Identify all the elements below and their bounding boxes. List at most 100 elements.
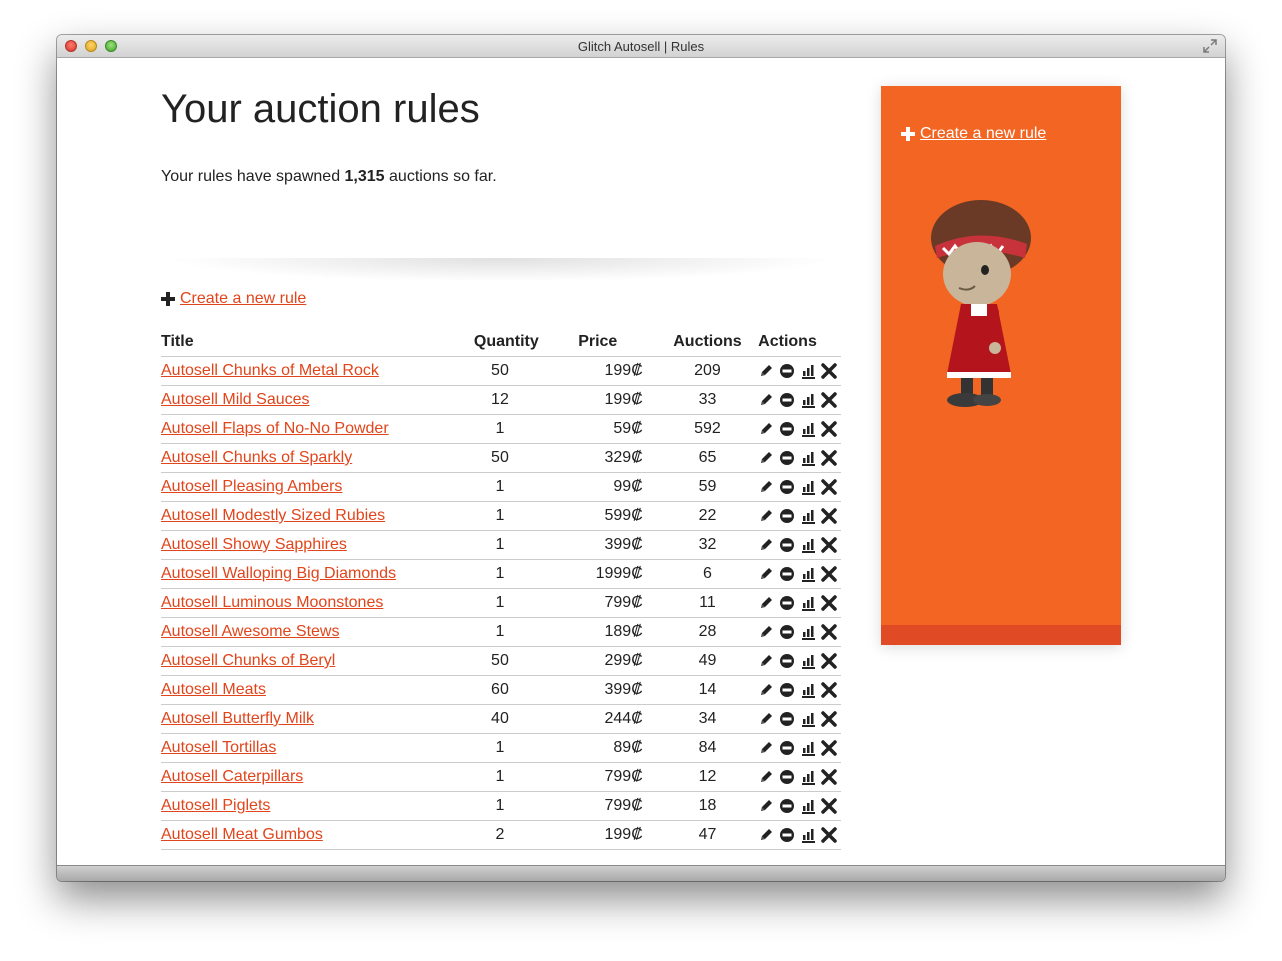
disable-icon[interactable] bbox=[779, 682, 795, 698]
stats-icon[interactable] bbox=[800, 740, 816, 756]
pencil-icon[interactable] bbox=[758, 769, 774, 785]
disable-icon[interactable] bbox=[779, 537, 795, 553]
stats-icon[interactable] bbox=[800, 798, 816, 814]
stats-icon[interactable] bbox=[800, 508, 816, 524]
rule-title-link[interactable]: Autosell Meat Gumbos bbox=[161, 826, 323, 843]
rule-title-link[interactable]: Autosell Chunks of Metal Rock bbox=[161, 362, 379, 379]
stats-icon[interactable] bbox=[800, 595, 816, 611]
stats-icon[interactable] bbox=[800, 653, 816, 669]
rules-table: Title Quantity Price Auctions Actions Au… bbox=[161, 328, 841, 850]
stats-icon[interactable] bbox=[800, 421, 816, 437]
pencil-icon[interactable] bbox=[758, 653, 774, 669]
delete-icon[interactable] bbox=[821, 392, 837, 408]
stats-icon[interactable] bbox=[800, 537, 816, 553]
disable-icon[interactable] bbox=[779, 711, 795, 727]
pencil-icon[interactable] bbox=[758, 566, 774, 582]
pencil-icon[interactable] bbox=[758, 682, 774, 698]
delete-icon[interactable] bbox=[821, 450, 837, 466]
rule-auctions: 18 bbox=[656, 791, 759, 821]
rule-title-link[interactable]: Autosell Pleasing Ambers bbox=[161, 478, 342, 495]
delete-icon[interactable] bbox=[821, 363, 837, 379]
disable-icon[interactable] bbox=[779, 595, 795, 611]
rule-title-link[interactable]: Autosell Chunks of Sparkly bbox=[161, 449, 352, 466]
disable-icon[interactable] bbox=[779, 740, 795, 756]
delete-icon[interactable] bbox=[821, 798, 837, 814]
rule-title-link[interactable]: Autosell Chunks of Beryl bbox=[161, 652, 335, 669]
delete-icon[interactable] bbox=[821, 711, 837, 727]
disable-icon[interactable] bbox=[779, 566, 795, 582]
delete-icon[interactable] bbox=[821, 421, 837, 437]
disable-icon[interactable] bbox=[779, 363, 795, 379]
rule-title-link[interactable]: Autosell Mild Sauces bbox=[161, 391, 310, 408]
pencil-icon[interactable] bbox=[758, 363, 774, 379]
delete-icon[interactable] bbox=[821, 740, 837, 756]
stats-icon[interactable] bbox=[800, 624, 816, 640]
delete-icon[interactable] bbox=[821, 508, 837, 524]
rule-title-link[interactable]: Autosell Awesome Stews bbox=[161, 623, 339, 640]
stats-icon[interactable] bbox=[800, 827, 816, 843]
column-header-price: Price bbox=[538, 328, 657, 357]
table-row: Autosell Showy Sapphires 1 399₡ 32 bbox=[161, 530, 841, 560]
disable-icon[interactable] bbox=[779, 392, 795, 408]
pencil-icon[interactable] bbox=[758, 740, 774, 756]
rule-title-link[interactable]: Autosell Butterfly Milk bbox=[161, 710, 314, 727]
delete-icon[interactable] bbox=[821, 595, 837, 611]
rule-price: 399₡ bbox=[538, 530, 657, 560]
disable-icon[interactable] bbox=[779, 450, 795, 466]
pencil-icon[interactable] bbox=[758, 798, 774, 814]
disable-icon[interactable] bbox=[779, 479, 795, 495]
window-title: Glitch Autosell | Rules bbox=[577, 39, 705, 54]
delete-icon[interactable] bbox=[821, 537, 837, 553]
stats-icon[interactable] bbox=[800, 682, 816, 698]
rule-title-link[interactable]: Autosell Luminous Moonstones bbox=[161, 594, 383, 611]
delete-icon[interactable] bbox=[821, 769, 837, 785]
rule-title-link[interactable]: Autosell Caterpillars bbox=[161, 768, 303, 785]
stats-icon[interactable] bbox=[800, 566, 816, 582]
pencil-icon[interactable] bbox=[758, 711, 774, 727]
disable-icon[interactable] bbox=[779, 798, 795, 814]
pencil-icon[interactable] bbox=[758, 624, 774, 640]
disable-icon[interactable] bbox=[779, 421, 795, 437]
disable-icon[interactable] bbox=[779, 653, 795, 669]
table-row: Autosell Piglets 1 799₡ 18 bbox=[161, 791, 841, 821]
rule-title-cell: Autosell Pleasing Ambers bbox=[161, 472, 462, 502]
pencil-icon[interactable] bbox=[758, 450, 774, 466]
stats-icon[interactable] bbox=[800, 479, 816, 495]
pencil-icon[interactable] bbox=[758, 537, 774, 553]
pencil-icon[interactable] bbox=[758, 421, 774, 437]
rule-price: 99₡ bbox=[538, 472, 657, 502]
stats-icon[interactable] bbox=[800, 711, 816, 727]
delete-icon[interactable] bbox=[821, 682, 837, 698]
rule-title-link[interactable]: Autosell Walloping Big Diamonds bbox=[161, 565, 396, 582]
pencil-icon[interactable] bbox=[758, 479, 774, 495]
disable-icon[interactable] bbox=[779, 508, 795, 524]
delete-icon[interactable] bbox=[821, 479, 837, 495]
sidebar-create-rule-link[interactable]: Create a new rule bbox=[920, 125, 1046, 143]
rule-price: 199₡ bbox=[538, 385, 657, 415]
rule-actions-cell bbox=[758, 646, 841, 676]
rule-title-link[interactable]: Autosell Showy Sapphires bbox=[161, 536, 347, 553]
disable-icon[interactable] bbox=[779, 827, 795, 843]
delete-icon[interactable] bbox=[821, 653, 837, 669]
fullscreen-icon[interactable] bbox=[1203, 39, 1217, 53]
delete-icon[interactable] bbox=[821, 624, 837, 640]
pencil-icon[interactable] bbox=[758, 827, 774, 843]
rule-title-link[interactable]: Autosell Piglets bbox=[161, 797, 270, 814]
stats-icon[interactable] bbox=[800, 363, 816, 379]
rule-title-link[interactable]: Autosell Meats bbox=[161, 681, 266, 698]
stats-icon[interactable] bbox=[800, 769, 816, 785]
pencil-icon[interactable] bbox=[758, 508, 774, 524]
stats-icon[interactable] bbox=[800, 450, 816, 466]
pencil-icon[interactable] bbox=[758, 595, 774, 611]
disable-icon[interactable] bbox=[779, 624, 795, 640]
rule-auctions: 22 bbox=[656, 501, 759, 531]
pencil-icon[interactable] bbox=[758, 392, 774, 408]
disable-icon[interactable] bbox=[779, 769, 795, 785]
rule-title-link[interactable]: Autosell Modestly Sized Rubies bbox=[161, 507, 385, 524]
delete-icon[interactable] bbox=[821, 566, 837, 582]
delete-icon[interactable] bbox=[821, 827, 837, 843]
create-rule-link[interactable]: Create a new rule bbox=[180, 290, 306, 308]
stats-icon[interactable] bbox=[800, 392, 816, 408]
rule-title-link[interactable]: Autosell Flaps of No-No Powder bbox=[161, 420, 389, 437]
rule-title-link[interactable]: Autosell Tortillas bbox=[161, 739, 276, 756]
